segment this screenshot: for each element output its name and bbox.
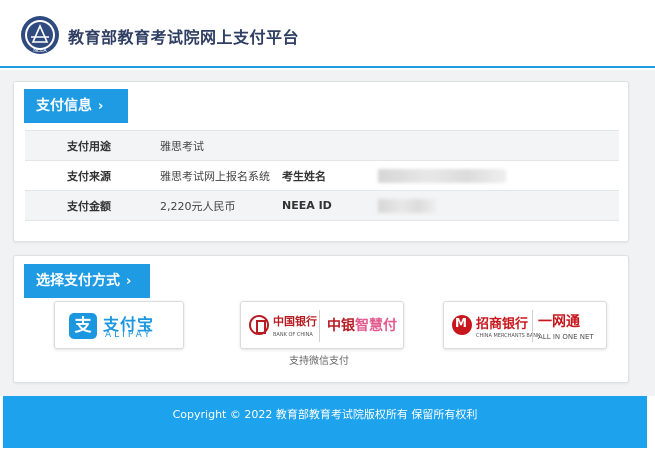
table-row: 支付金额 2,220元人民币 NEEA ID [25,190,619,221]
site-header: NEEA 教育部教育考试院网上支付平台 [0,0,655,68]
alipay-button[interactable]: 支 支付宝 ALIPAY [54,301,184,349]
source-value: 雅思考试网上报名系统 [119,160,282,191]
source-label: 支付来源 [25,160,119,191]
neea-logo-icon: NEEA [21,16,59,54]
cmb-brand: 一网通 [538,314,580,330]
neea-id-redacted [378,198,436,213]
wechat-support-note: 支持微信支付 [289,356,349,367]
chevron-right-icon: › [126,274,132,289]
site-title: 教育部教育考试院网上支付平台 [68,28,300,47]
candidate-name-redacted [378,168,506,183]
site-footer: Copyright © 2022 教育部教育考试院版权所有 保留所有权利 [3,396,647,448]
alipay-en-label: ALIPAY [105,330,153,340]
divider [319,310,320,342]
cmb-logo-icon [452,315,472,335]
cmb-allinone-button[interactable]: 招商银行 CHINA MERCHANTS BANK 一网通 ALL IN ONE… [443,301,607,349]
cmb-brand-sub: ALL IN ONE NET [538,333,594,341]
divider [532,310,533,342]
payment-method-panel: 选择支付方式 › 支 支付宝 ALIPAY 中国银行 BANK OF CHINA … [13,255,629,383]
boc-name: 中国银行 [273,315,317,328]
payment-method-heading: 选择支付方式 › [24,264,150,298]
boc-brand: 中银智慧付 [327,318,397,334]
amount-value: 2,220元人民币 [119,190,282,221]
amount-label: 支付金额 [25,190,119,221]
boc-smartpay-button[interactable]: 中国银行 BANK OF CHINA 中银智慧付 [240,301,404,349]
boc-en-name: BANK OF CHINA [273,332,313,338]
table-row: 支付来源 雅思考试网上报名系统 考生姓名 [25,160,619,191]
cmb-en-name: CHINA MERCHANTS BANK [476,333,541,339]
neea-id-label: NEEA ID [282,190,378,221]
payment-info-table: 支付用途 雅思考试 支付来源 雅思考试网上报名系统 考生姓名 支付金额 2,22… [25,130,619,221]
boc-logo-icon [249,315,269,335]
svg-text:NEEA: NEEA [33,48,47,54]
cmb-name: 招商银行 [476,317,529,332]
chevron-right-icon: › [98,99,104,114]
copyright-text: Copyright © 2022 教育部教育考试院版权所有 保留所有权利 [172,408,478,421]
payment-info-panel: 支付信息 › 支付用途 雅思考试 支付来源 雅思考试网上报名系统 考生姓名 支付金… [13,81,629,242]
candidate-name-label: 考生姓名 [282,160,378,191]
table-row: 支付用途 雅思考试 [25,130,619,161]
alipay-icon: 支 [69,313,97,339]
payment-info-heading: 支付信息 › [24,89,128,123]
purpose-value: 雅思考试 [119,130,282,161]
purpose-label: 支付用途 [25,130,119,161]
